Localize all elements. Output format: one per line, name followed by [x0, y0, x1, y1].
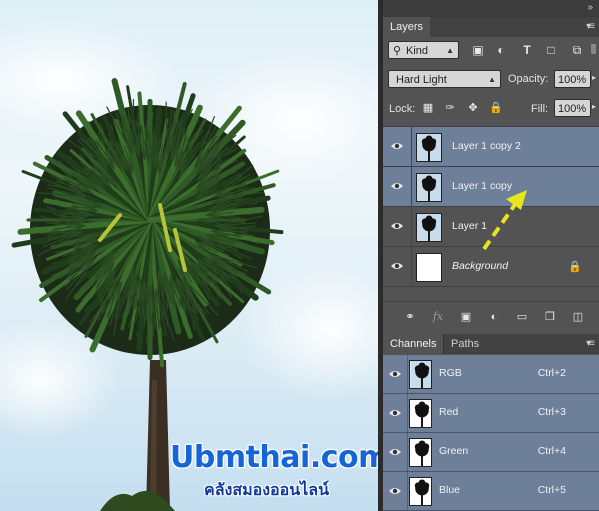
layers-footer: ⚭ fx ▣ ◐ ▭ ❐ ◫ [383, 301, 599, 332]
canvas-photo: Ubmthai.com คลังสมองออนไลน์ [0, 0, 378, 511]
fill-value: 100% [558, 103, 587, 115]
channel-visibility-toggle[interactable] [383, 472, 408, 510]
visibility-toggle[interactable] [383, 207, 412, 247]
opacity-field[interactable]: 100% [554, 70, 591, 88]
search-icon: ⚲ [393, 45, 402, 57]
lock-icon: 🔒 [568, 261, 582, 273]
channel-shortcut: Ctrl+3 [537, 406, 566, 418]
tab-paths[interactable]: Paths [443, 334, 486, 354]
new-layer-icon[interactable]: ❐ [542, 310, 558, 324]
folder-icon[interactable]: ▭ [514, 310, 530, 324]
fill-field[interactable]: 100% [554, 99, 591, 117]
watermark-logo: Ubmthai.com [170, 440, 378, 475]
layer-thumbnail[interactable] [416, 173, 442, 202]
channels-tabbar: Channels Paths ▾≡ [383, 334, 599, 354]
channel-thumbnail[interactable] [409, 399, 432, 428]
channel-shortcut: Ctrl+5 [537, 484, 566, 496]
channel-visibility-toggle[interactable] [383, 394, 408, 432]
eye-icon [390, 181, 404, 191]
layer-name[interactable]: Layer 1 copy [452, 180, 512, 192]
eye-icon [388, 486, 402, 496]
channel-name: RGB [439, 367, 462, 379]
trash-icon[interactable]: ◫ [570, 310, 586, 324]
layer-name[interactable]: Layer 1 [452, 220, 487, 232]
layer-row[interactable]: Layer 1 [383, 207, 599, 247]
opacity-label: Opacity: [508, 73, 549, 85]
channel-thumbnail[interactable] [409, 360, 432, 389]
fx-icon[interactable]: fx [430, 310, 446, 324]
mask-icon[interactable]: ▣ [458, 310, 474, 324]
layer-row[interactable]: Layer 1 copy 2 [383, 127, 599, 167]
eye-icon [390, 221, 404, 231]
channel-visibility-toggle[interactable] [383, 433, 408, 471]
smart-object-filter-icon[interactable]: ⧉ [569, 42, 585, 58]
channel-thumbnail[interactable] [409, 438, 432, 467]
eye-icon [388, 408, 402, 418]
collapse-panel-icon[interactable]: » [587, 2, 593, 13]
eye-icon [390, 261, 404, 271]
adjustment-icon[interactable]: ◐ [486, 310, 502, 324]
lock-all-icon[interactable]: 🔒 [489, 101, 503, 115]
updown-arrow-icon: ▲ [488, 75, 496, 84]
lock-position-move-icon[interactable]: ✥ [466, 101, 480, 115]
watermark-tagline: คลังสมองออนไลน์ [204, 480, 329, 499]
opacity-slider-arrow-icon[interactable]: ▸ [592, 73, 596, 82]
visibility-toggle[interactable] [383, 247, 412, 287]
eye-icon [390, 141, 404, 151]
layer-list: Layer 1 copy 2 Layer 1 copy Layer 1 Backgro… [383, 126, 599, 302]
layer-thumbnail[interactable] [416, 133, 442, 162]
layer-thumbnail[interactable] [416, 253, 442, 282]
channel-row[interactable]: Green Ctrl+4 [383, 433, 599, 472]
channel-shortcut: Ctrl+2 [537, 367, 566, 379]
tab-channels[interactable]: Channels [383, 334, 444, 354]
adjustment-filter-icon[interactable]: ◐ [493, 42, 509, 58]
lock-image-brush-icon[interactable]: ✑ [443, 101, 457, 115]
eye-icon [388, 369, 402, 379]
layers-channels-panel: » Layers ▾≡ ⚲ Kind ▲ ▣ ◐ T □ ⧉ Hard Ligh… [383, 0, 599, 511]
updown-arrow-icon: ▲ [446, 46, 454, 55]
channel-shortcut: Ctrl+4 [537, 445, 566, 457]
fill-slider-arrow-icon[interactable]: ▸ [592, 102, 596, 111]
tab-layers[interactable]: Layers [383, 17, 431, 37]
lock-label: Lock: [389, 103, 416, 115]
lock-transparent-icon[interactable]: ▦ [421, 101, 435, 115]
layer-name[interactable]: Background [452, 260, 508, 272]
layer-row[interactable]: Layer 1 copy [383, 167, 599, 207]
channel-row[interactable]: Red Ctrl+3 [383, 394, 599, 433]
visibility-toggle[interactable] [383, 127, 412, 167]
link-icon[interactable]: ⚭ [402, 310, 418, 324]
layers-tabbar: Layers ▾≡ [383, 17, 599, 37]
channels-panel-menu-icon[interactable]: ▾≡ [586, 338, 595, 349]
visibility-toggle[interactable] [383, 167, 412, 207]
filter-kind-label: Kind [406, 45, 429, 57]
filter-toggle[interactable] [591, 44, 596, 54]
channel-row[interactable]: RGB Ctrl+2 [383, 355, 599, 394]
type-filter-icon[interactable]: T [519, 42, 535, 58]
channel-name: Green [439, 445, 469, 457]
layers-panel-menu-icon[interactable]: ▾≡ [586, 21, 595, 32]
channel-name: Red [439, 406, 459, 418]
blend-mode-value: Hard Light [396, 74, 447, 86]
channel-name: Blue [439, 484, 461, 496]
shape-filter-icon[interactable]: □ [543, 42, 559, 58]
palm-tree-image [0, 20, 378, 511]
panel-header-bar: » [383, 0, 599, 17]
channel-row[interactable]: Blue Ctrl+5 [383, 472, 599, 511]
fill-label: Fill: [531, 103, 549, 115]
opacity-value: 100% [558, 74, 587, 86]
layer-thumbnail[interactable] [416, 213, 442, 242]
channel-list: RGB Ctrl+2 Red Ctrl+3 Green Ctrl+4 Blue Ctrl+5 [383, 355, 599, 511]
channel-visibility-toggle[interactable] [383, 355, 408, 393]
pixel-filter-icon[interactable]: ▣ [470, 42, 486, 58]
filter-kind-dropdown[interactable]: ⚲ Kind ▲ [388, 41, 459, 59]
eye-icon [388, 447, 402, 457]
watermark: Ubmthai.com คลังสมองออนไลน์ [170, 440, 378, 500]
blend-mode-dropdown[interactable]: Hard Light ▲ [388, 70, 501, 88]
layer-row[interactable]: Background 🔒 [383, 247, 599, 287]
layer-name[interactable]: Layer 1 copy 2 [452, 140, 521, 152]
channel-thumbnail[interactable] [409, 477, 432, 506]
